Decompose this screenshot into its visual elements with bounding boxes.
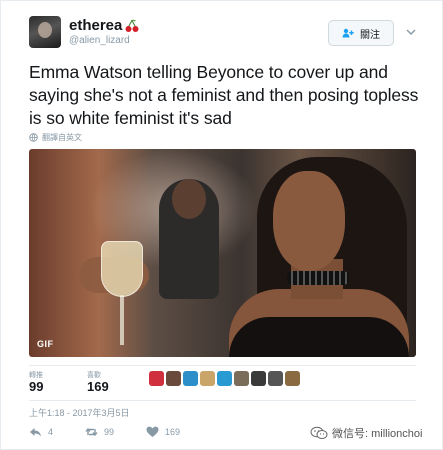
gif-badge: GIF — [37, 339, 54, 349]
retweet-count: 99 — [104, 427, 115, 437]
add-user-icon — [342, 28, 354, 38]
heart-icon — [146, 426, 159, 437]
wechat-icon — [310, 426, 328, 439]
retweet-button[interactable]: 99 — [85, 426, 114, 438]
media-wine-glass-stem — [120, 295, 124, 345]
reply-icon — [30, 428, 41, 437]
likes-count[interactable]: 169 — [87, 379, 109, 394]
media-wine-glass — [101, 241, 143, 297]
liker-avatar[interactable] — [268, 371, 283, 386]
reply-button[interactable]: 4 — [29, 426, 53, 438]
liker-avatar[interactable] — [234, 371, 249, 386]
liker-avatar[interactable] — [166, 371, 181, 386]
retweets-count[interactable]: 99 — [29, 379, 43, 394]
wechat-watermark: 微信号: millionchoi — [310, 425, 422, 441]
liker-avatar[interactable] — [183, 371, 198, 386]
display-name[interactable]: etherea — [69, 17, 139, 34]
reply-count: 4 — [48, 427, 54, 437]
divider — [29, 365, 416, 366]
liker-avatar[interactable] — [149, 371, 164, 386]
retweet-icon — [85, 427, 98, 437]
liker-avatars — [149, 371, 300, 386]
like-count: 169 — [165, 427, 181, 437]
liker-avatar[interactable] — [251, 371, 266, 386]
globe-icon — [29, 133, 38, 142]
gif-media[interactable]: GIF — [29, 149, 416, 357]
tweet-actions: 4 99 169 — [29, 426, 212, 438]
media-choker-necklace — [287, 271, 349, 285]
chevron-down-icon[interactable] — [405, 26, 417, 38]
tweet-timestamp[interactable]: 上午1:18 - 2017年3月5日 — [29, 406, 130, 419]
media-woman-dress — [229, 317, 409, 357]
liker-avatar[interactable] — [200, 371, 215, 386]
divider — [29, 400, 416, 401]
media-woman-face — [273, 171, 345, 271]
cherry-icon — [125, 19, 139, 33]
follow-button-label: 關注 — [360, 29, 380, 41]
tweet-card: etherea @alien_lizard 關注 Emma Watson tel… — [0, 0, 443, 450]
translate-link[interactable]: 翻譯自英文 — [29, 132, 82, 143]
tweet-text: Emma Watson telling Beyonce to cover up … — [29, 62, 419, 128]
watermark-text: 微信号: millionchoi — [332, 428, 423, 440]
avatar[interactable] — [29, 16, 61, 48]
like-button[interactable]: 169 — [146, 426, 180, 438]
liker-avatar[interactable] — [217, 371, 232, 386]
user-handle[interactable]: @alien_lizard — [69, 35, 130, 46]
media-background-person-head — [172, 179, 206, 219]
display-name-text[interactable]: etherea — [69, 17, 122, 34]
follow-button[interactable]: 關注 — [328, 20, 394, 46]
liker-avatar[interactable] — [285, 371, 300, 386]
translate-label[interactable]: 翻譯自英文 — [42, 132, 82, 143]
